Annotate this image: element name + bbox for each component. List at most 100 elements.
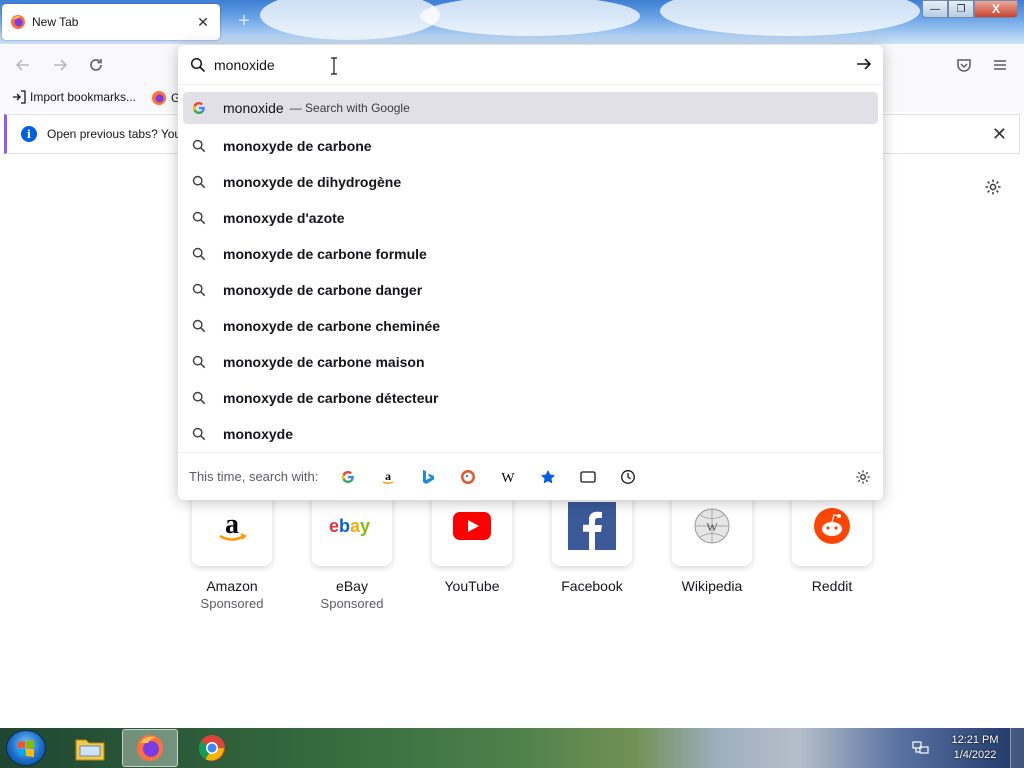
title-bar: New Tab ✕ + — ❐ X [0,0,1024,44]
urlbar-input[interactable] [214,55,814,75]
svg-text:a: a [225,509,239,540]
search-icon [191,282,207,298]
taskbar-explorer[interactable] [62,729,118,767]
svg-text:b: b [339,516,350,536]
top-sites-grid: a Amazon Sponsored e b a y eBay Sponsore… [172,486,892,611]
sponsored-label: Sponsored [200,596,264,611]
search-suggestion[interactable]: monoxyde [183,416,878,452]
go-arrow-icon[interactable] [855,55,873,73]
gear-icon [985,179,1001,195]
network-icon[interactable] [912,740,930,756]
restore-button[interactable]: ❐ [948,0,974,18]
history-icon[interactable] [608,463,648,491]
search-icon [190,57,206,73]
search-icon [191,318,207,334]
suggestion-text: monoxyde de carbone formule [223,246,427,262]
bing-icon[interactable] [408,463,448,491]
suggestion-text: monoxyde de carbone détecteur [223,390,439,406]
wikipedia-icon[interactable]: W [488,463,528,491]
svg-text:a: a [385,469,391,483]
windows-taskbar: 12:21 PM 1/4/2022 [0,728,1024,768]
search-icon [191,390,207,406]
facebook-icon [568,502,616,550]
suggestion-text: monoxyde de carbone maison [223,354,425,370]
tabs-icon[interactable] [568,463,608,491]
google-icon[interactable] [328,463,368,491]
close-window-button[interactable]: X [974,0,1018,18]
svg-text:y: y [360,516,370,536]
import-bookmarks-link[interactable]: Import bookmarks... [12,90,136,104]
windows-logo-icon [18,740,34,757]
clock-date: 1/4/2022 [953,749,997,761]
duckduckgo-icon[interactable] [448,463,488,491]
show-desktop-button[interactable] [1010,728,1024,768]
search-suggestion[interactable]: monoxyde de dihydrogène [183,164,878,200]
minimize-button[interactable]: — [922,0,948,18]
svg-text:W: W [706,520,718,534]
taskbar-chrome[interactable] [184,729,240,767]
top-site-amazon[interactable]: a Amazon Sponsored [172,486,292,611]
heuristic-result[interactable]: monoxide — Search with Google [183,92,878,124]
top-site-wikipedia[interactable]: W Wikipedia [652,486,772,611]
youtube-icon [453,512,491,540]
firefox-icon [152,91,166,105]
search-suggestion[interactable]: monoxyde de carbone détecteur [183,380,878,416]
personalize-settings-button[interactable] [984,178,1002,199]
taskbar-firefox[interactable] [122,729,178,767]
top-site-label: YouTube [444,578,500,594]
app-menu-button[interactable] [987,52,1013,78]
pocket-button[interactable] [951,52,977,78]
top-site-reddit[interactable]: Reddit [772,486,892,611]
tab-title: New Tab [32,15,79,29]
firefox-icon [11,15,25,29]
tab-new-tab[interactable]: New Tab ✕ [2,4,220,40]
pocket-icon [957,59,971,72]
close-notification-icon[interactable]: ✕ [992,124,1007,145]
amazon-icon[interactable]: a [368,463,408,491]
suggestion-text: monoxyde de carbone danger [223,282,423,298]
reddit-icon [814,508,850,544]
search-suggestion[interactable]: monoxyde de carbone [183,128,878,164]
search-suggestion[interactable]: monoxyde de carbone cheminée [183,308,878,344]
suggestion-text: monoxyde d'azote [223,210,345,226]
suggestion-text: monoxyde [223,426,294,442]
search-icon [191,354,207,370]
top-site-label: eBay [336,578,368,594]
reload-button[interactable] [83,52,109,78]
search-suggestion[interactable]: monoxyde de carbone formule [183,236,878,272]
search-suggestion[interactable]: monoxyde de carbone danger [183,272,878,308]
search-icon [191,426,207,442]
top-site-ebay[interactable]: e b a y eBay Sponsored [292,486,412,611]
search-icon [191,174,207,190]
clock-time: 12:21 PM [951,734,999,746]
search-icon [191,210,207,226]
top-site-youtube[interactable]: YouTube [412,486,532,611]
urlbar-dropdown: monoxide — Search with Google monoxyde d… [178,45,883,500]
search-settings-button[interactable] [855,469,871,488]
urlbar-input-row [178,45,883,85]
top-site-facebook[interactable]: Facebook [532,486,652,611]
chrome-icon [198,735,225,761]
bookmarks-icon[interactable] [528,463,568,491]
back-button[interactable] [10,52,36,78]
tab-close-icon[interactable]: ✕ [194,13,212,31]
start-button[interactable] [6,730,46,766]
new-tab-button[interactable]: + [232,10,256,34]
bookmark-item[interactable]: G [151,90,180,106]
system-tray: 12:21 PM 1/4/2022 [912,728,1024,768]
gear-icon [856,470,870,484]
forward-button[interactable] [47,52,73,78]
suggestion-list: monoxide — Search with Google monoxyde d… [183,92,878,452]
search-suggestion[interactable]: monoxyde de carbone maison [183,344,878,380]
svg-text:W: W [502,471,516,484]
wallpaper-cloud [660,0,920,36]
taskbar-clock[interactable]: 12:21 PM 1/4/2022 [940,733,1010,763]
import-icon [13,90,26,104]
search-suggestion[interactable]: monoxyde d'azote [183,200,878,236]
firefox-icon [137,735,163,761]
reload-icon [90,59,102,71]
back-arrow-icon [15,59,29,71]
search-icon [191,138,207,154]
search-icon [191,246,207,262]
search-suggestions: monoxyde de carbone monoxyde de dihydrogè… [183,128,878,452]
